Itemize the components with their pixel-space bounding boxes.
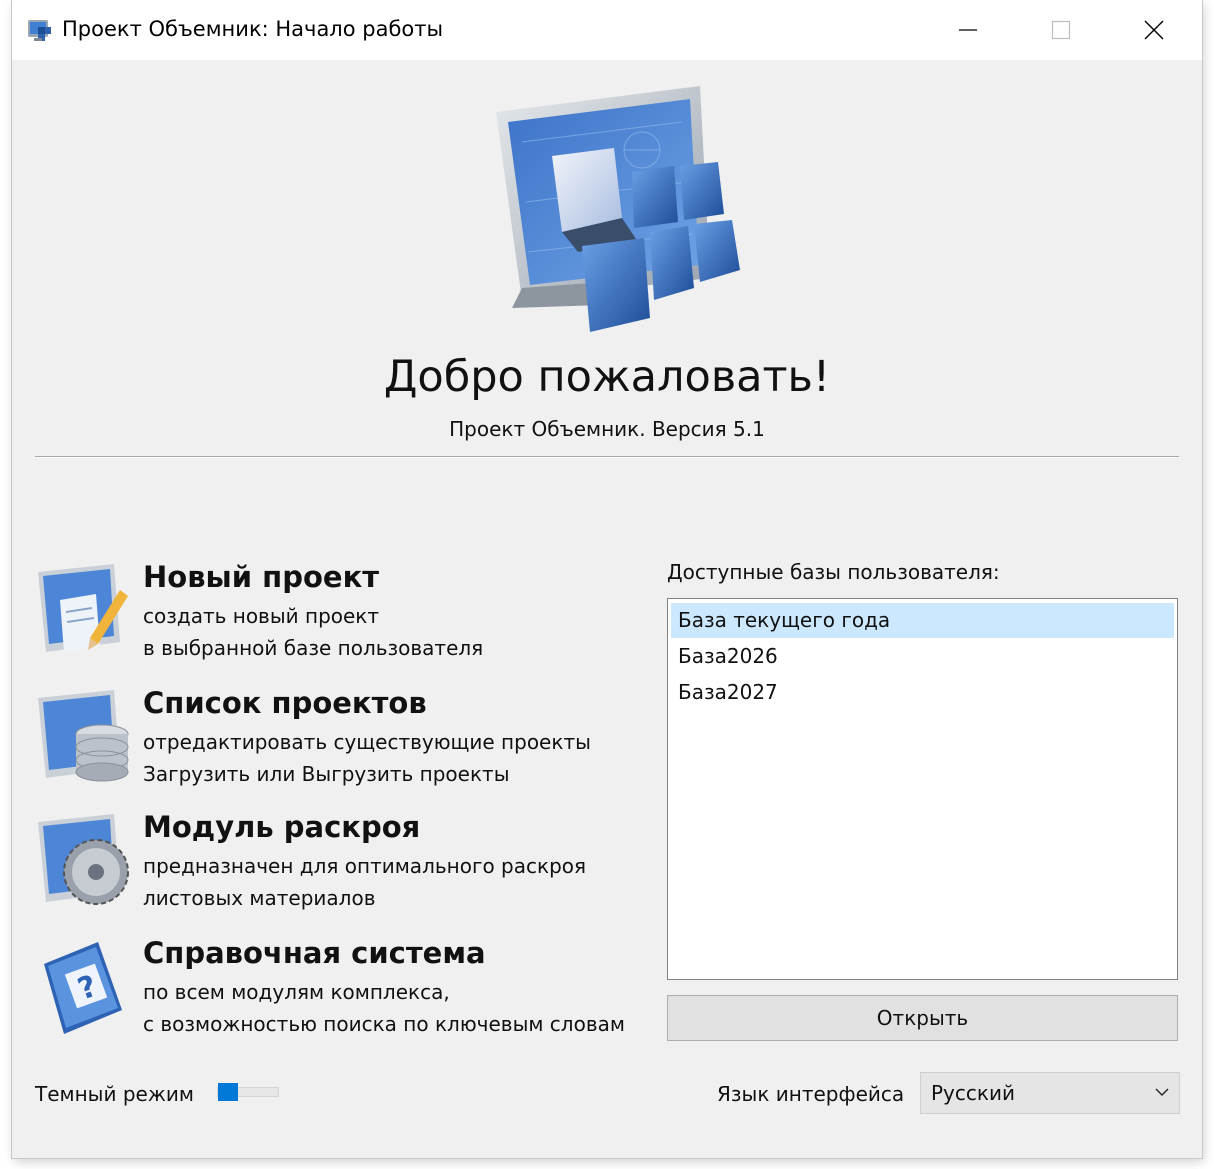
dark-mode-toggle-knob[interactable] — [218, 1083, 238, 1101]
databases-list[interactable]: База текущего года База2026 База2027 — [667, 598, 1178, 980]
databases-label: Доступные базы пользователя: — [667, 560, 1000, 584]
help-system-icon: ? — [44, 942, 122, 1034]
menu-item-project-list[interactable]: Список проектов отредактировать существу… — [34, 686, 674, 806]
version-text: Проект Объемник. Версия 5.1 — [449, 417, 765, 441]
minimize-icon — [959, 29, 977, 31]
cutting-module-icon — [38, 814, 129, 905]
menu-item-description: отредактировать существующие проекты — [143, 730, 591, 754]
minimize-button[interactable] — [922, 0, 1014, 60]
app-icon — [28, 20, 51, 41]
language-select[interactable]: Русский — [920, 1072, 1180, 1114]
menu-item-description: в выбранной базе пользователя — [143, 636, 484, 660]
open-button[interactable]: Открыть — [667, 995, 1178, 1041]
new-project-icon — [38, 564, 128, 652]
menu-item-description: создать новый проект — [143, 604, 380, 628]
start-window: Проект Объемник: Начало работы Добро пож… — [12, 0, 1202, 1158]
menu-item-description: предназначен для оптимального раскроя — [143, 854, 587, 878]
menu-item-new-project[interactable]: Новый проект создать новый проект в выбр… — [34, 560, 674, 680]
chevron-down-icon — [1155, 1088, 1169, 1096]
maximize-icon — [1051, 20, 1071, 40]
menu-item-help-system[interactable]: ? Справочная система по всем модулям ком… — [34, 936, 674, 1056]
project-list-icon — [38, 690, 129, 782]
maximize-button[interactable] — [1015, 0, 1107, 60]
close-icon — [1144, 20, 1164, 40]
database-item[interactable]: База2026 — [671, 639, 1174, 674]
menu-item-title: Модуль раскроя — [143, 810, 421, 844]
menu-item-description: Загрузить или Выгрузить проекты — [143, 762, 510, 786]
window-title: Проект Объемник: Начало работы — [62, 17, 444, 41]
close-button[interactable] — [1108, 0, 1200, 60]
title-bar: Проект Объемник: Начало работы — [12, 0, 1202, 60]
menu-item-description: с возможностью поиска по ключевым словам — [143, 1012, 625, 1036]
language-label: Язык интерфейса — [717, 1082, 905, 1106]
menu-item-title: Новый проект — [143, 560, 380, 594]
header-divider — [35, 456, 1179, 458]
language-select-value: Русский — [931, 1081, 1015, 1105]
database-item[interactable]: База текущего года — [671, 603, 1174, 638]
product-logo-icon — [496, 86, 740, 332]
menu-item-title: Список проектов — [143, 686, 427, 720]
dark-mode-toggle[interactable] — [217, 1083, 279, 1101]
menu-item-title: Справочная система — [143, 936, 486, 970]
menu-item-description: листовых материалов — [143, 886, 376, 910]
welcome-heading: Добро пожаловать! — [383, 352, 831, 402]
database-item[interactable]: База2027 — [671, 675, 1174, 710]
dark-mode-label: Темный режим — [35, 1082, 194, 1106]
menu-item-description: по всем модулям комплекса, — [143, 980, 450, 1004]
menu-item-cutting-module[interactable]: Модуль раскроя предназначен для оптималь… — [34, 810, 674, 930]
